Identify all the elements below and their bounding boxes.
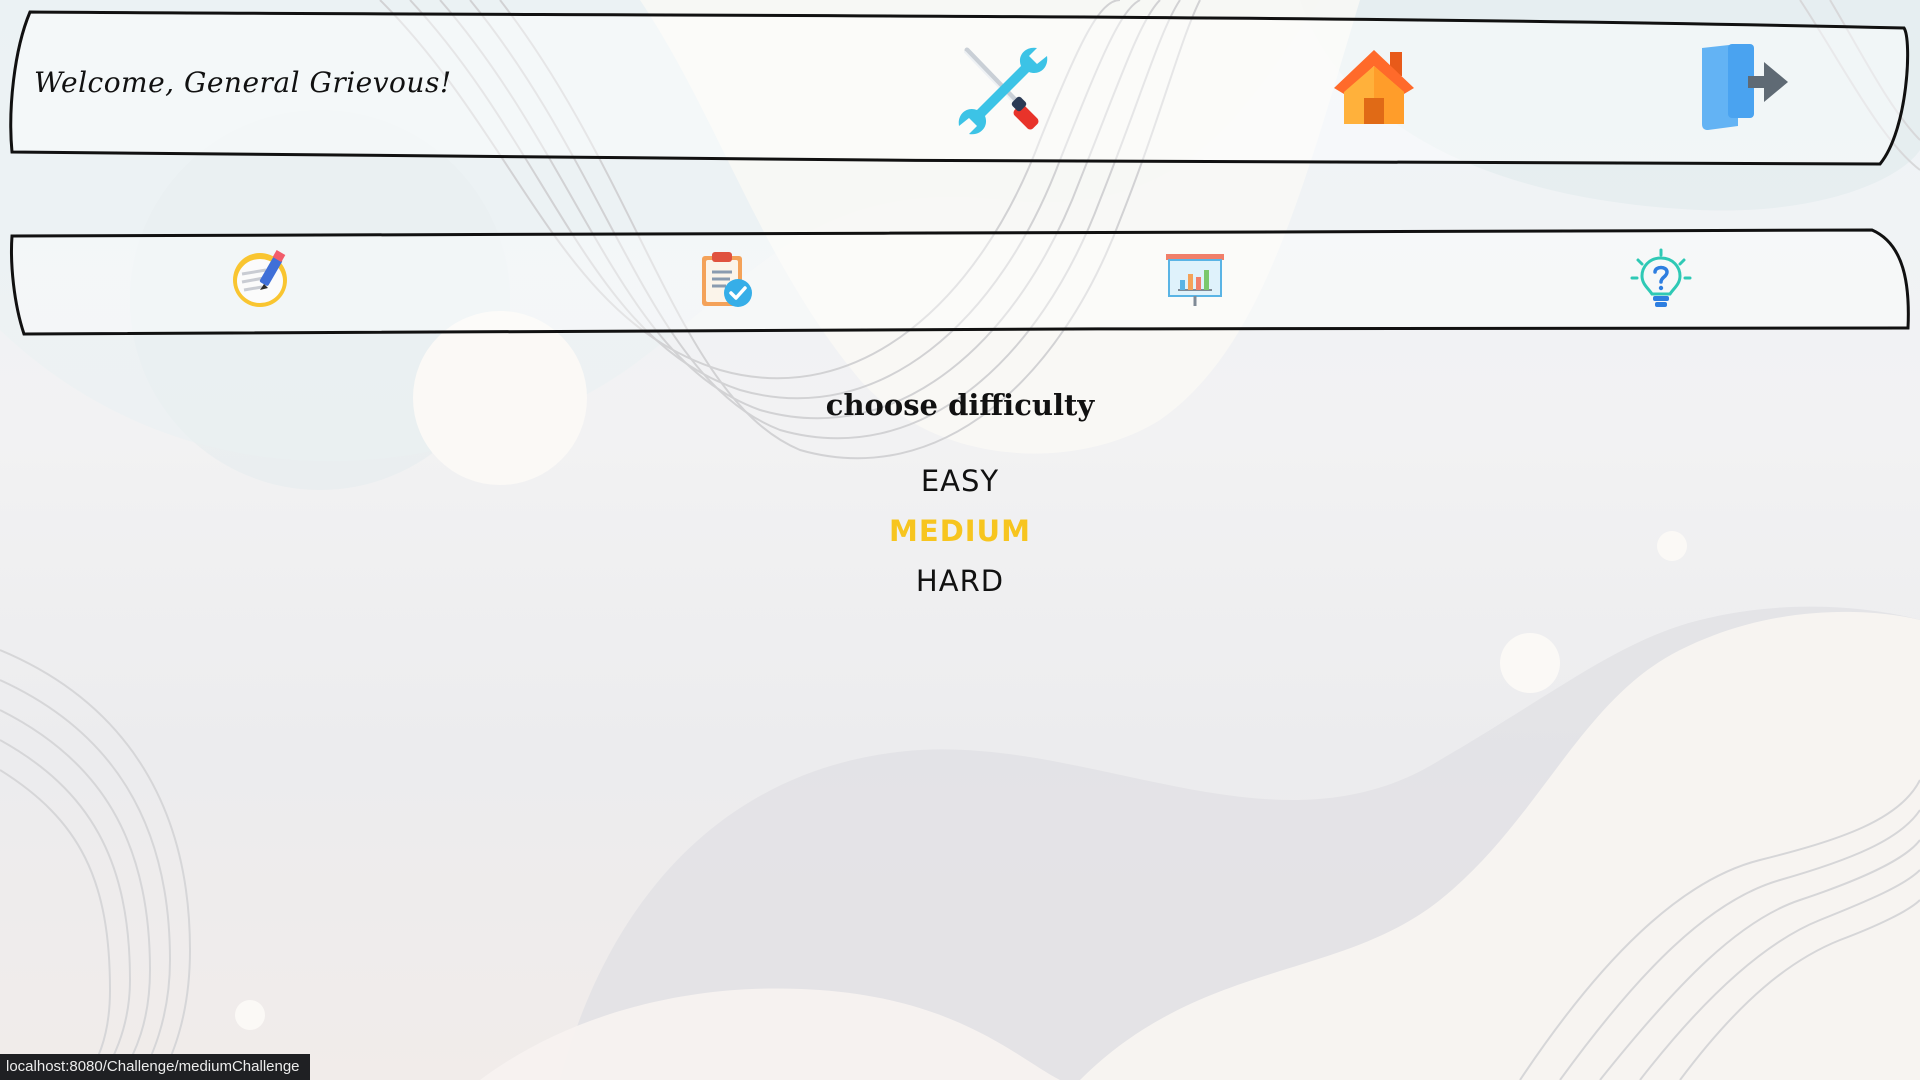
- statistics-board-icon[interactable]: [1164, 250, 1226, 308]
- difficulty-medium[interactable]: MEDIUM: [810, 514, 1110, 548]
- tools-icon[interactable]: [955, 40, 1051, 136]
- page-title: choose difficulty: [825, 388, 1095, 422]
- difficulty-hard[interactable]: HARD: [810, 564, 1110, 598]
- notes-icon[interactable]: [230, 248, 292, 310]
- logout-icon[interactable]: [1698, 40, 1790, 132]
- difficulty-easy[interactable]: EASY: [810, 464, 1110, 498]
- status-bar-url: localhost:8080/Challenge/mediumChallenge: [0, 1054, 310, 1080]
- clipboard-check-icon[interactable]: [696, 248, 758, 310]
- welcome-message: Welcome, General Grievous!: [34, 66, 452, 99]
- lightbulb-help-icon[interactable]: [1630, 248, 1692, 310]
- home-icon[interactable]: [1328, 46, 1420, 128]
